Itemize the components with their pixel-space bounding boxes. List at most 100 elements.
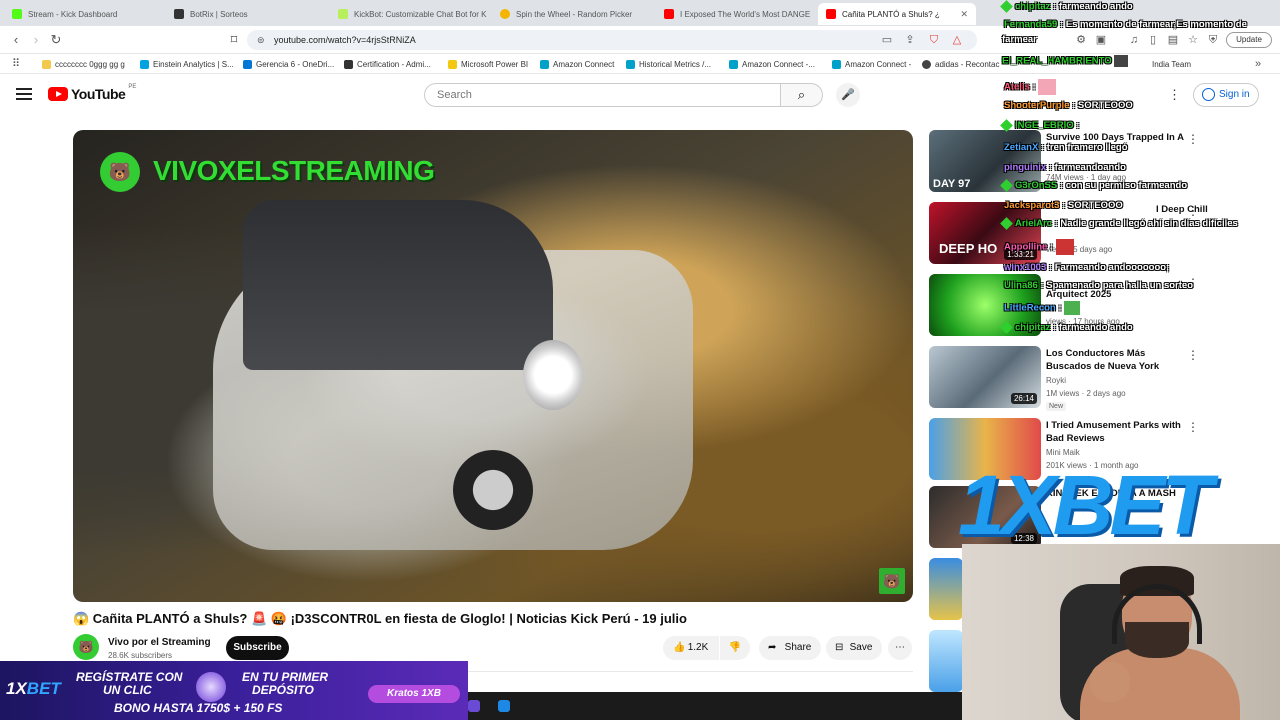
tab-botrix[interactable]: BotRix | Sorteos: [166, 3, 328, 25]
recommendation-item[interactable]: 26:14 Los Conductores Más Buscados de Nu…: [929, 346, 1259, 411]
video-player[interactable]: [73, 130, 913, 602]
bookmark-item[interactable]: adidas - Recontac: [922, 57, 999, 71]
recommendation-channel[interactable]: Royki: [1046, 376, 1066, 385]
back-icon[interactable]: ‹: [8, 32, 24, 48]
streamer-webcam: [962, 544, 1280, 720]
save-playlist-icon: ⊟: [835, 642, 844, 653]
app-icon[interactable]: [468, 700, 480, 712]
recommendation-title[interactable]: Los Conductores Más Buscados de Nueva Yo…: [1046, 347, 1186, 373]
sidebar-icon[interactable]: ▯: [1146, 33, 1160, 47]
tab-title: I Exposed The World's Most DANGE: [680, 9, 811, 19]
emote-icon: [1055, 239, 1074, 255]
kickbot-icon: [338, 9, 348, 19]
amazon-connect-icon: [729, 59, 738, 69]
url-text: youtube.com/watch?v=4rjsStRNiZA: [274, 35, 416, 45]
video-thumbnail[interactable]: 26:14: [929, 346, 1041, 408]
update-button[interactable]: Update: [1226, 32, 1272, 48]
share-button[interactable]: ➦ Share: [759, 636, 821, 660]
bookmark-item[interactable]: Amazon Connect -: [832, 57, 911, 71]
bookmark-item[interactable]: Amazon Connect: [540, 57, 614, 71]
more-options-icon[interactable]: ⋮: [1187, 204, 1199, 218]
subscribe-button[interactable]: Subscribe: [226, 636, 289, 660]
tab-kickbot[interactable]: KickBot: Customizable Chat Bot for K: [330, 3, 490, 25]
channel-avatar[interactable]: 🐻: [73, 634, 99, 660]
adidas-icon: [922, 59, 931, 69]
cast-icon[interactable]: ▭: [880, 33, 894, 47]
video-thumbnail[interactable]: [929, 558, 963, 620]
bookmark-item[interactable]: Historical Metrics /...: [626, 57, 711, 71]
music-icon[interactable]: ♫: [1127, 33, 1141, 47]
bookmark-item[interactable]: Einstein Analytics | S...: [140, 57, 234, 71]
tab-title: Spin the Wheel - Random Picker: [516, 9, 633, 19]
bookmark-item[interactable]: cccccccc 0ggg gg g: [42, 57, 125, 71]
url-bar[interactable]: ⊜ youtube.com/watch?v=4rjsStRNiZA: [247, 30, 977, 50]
site-info-icon[interactable]: ⊜: [257, 30, 265, 50]
settings-kebab-icon[interactable]: ⋮: [1168, 87, 1181, 103]
share-icon[interactable]: ⇪: [903, 33, 917, 47]
apps-icon[interactable]: ⠿: [8, 56, 24, 72]
chat-message: pinguinix : farmeandoando: [1004, 162, 1126, 173]
bookmark-item[interactable]: Certification - Admi...: [344, 57, 431, 71]
kick-icon: [12, 9, 22, 19]
bookmark-item[interactable]: Gerencia 6 - OneDri...: [243, 57, 334, 71]
tab-youtube-active[interactable]: Cañita PLANTÓ a Shuls? ¿ ✕: [818, 3, 976, 25]
more-bookmarks-icon[interactable]: »: [1250, 56, 1266, 72]
tab-spin-wheel[interactable]: Spin the Wheel - Random Picker: [492, 3, 654, 25]
tab-youtube-exposed[interactable]: I Exposed The World's Most DANGE: [656, 3, 816, 25]
recommendation-item[interactable]: DEEP HO 1:33:21 I Deep Chill views · 5 d…: [929, 202, 1259, 266]
dislike-button[interactable]: 👎: [720, 636, 750, 660]
chat-message: farmear: [1002, 34, 1037, 45]
microphone-icon[interactable]: 🎤: [836, 83, 860, 107]
tab-title: KickBot: Customizable Chat Bot for K: [354, 9, 487, 19]
folder-icon: [42, 59, 51, 69]
vpn-icon[interactable]: ⛨: [1206, 33, 1220, 47]
wallet-icon[interactable]: ▣: [1094, 33, 1108, 47]
onedrive-icon: [243, 59, 252, 69]
sign-in-button[interactable]: Sign in: [1193, 83, 1259, 107]
tab-kick-dashboard[interactable]: Stream - Kick Dashboard: [4, 3, 164, 25]
favorites-icon[interactable]: ☆: [1186, 33, 1200, 47]
video-thumbnail[interactable]: [929, 630, 963, 692]
save-button[interactable]: ⊟ Save: [826, 636, 882, 660]
more-options-icon[interactable]: ⋮: [1187, 348, 1199, 362]
more-actions-icon[interactable]: ⋯: [888, 636, 912, 660]
more-options-icon[interactable]: ⋮: [1187, 420, 1199, 434]
search-input[interactable]: Search: [424, 83, 781, 107]
rewards-icon[interactable]: △: [950, 33, 964, 47]
bookmark-item[interactable]: Microsoft Power BI: [448, 57, 528, 71]
channel-name[interactable]: Vivo por el Streaming: [108, 637, 211, 648]
wheel-icon: [500, 9, 510, 19]
ad-brand-logo: 1XBET: [6, 679, 61, 698]
channel-branding-icon[interactable]: 🐻: [879, 568, 905, 594]
recommendation-title[interactable]: I Deep Chill: [1156, 203, 1216, 216]
amazon-connect-icon: [626, 59, 635, 69]
recommendation-title[interactable]: I Tried Amusement Parks with Bad Reviews: [1046, 419, 1186, 445]
bookmark-item[interactable]: Amazon Connect -...: [729, 57, 815, 71]
hamburger-menu-icon[interactable]: [16, 88, 32, 102]
like-button[interactable]: 👍 1.2K: [663, 636, 719, 660]
browser-toolbar: ‹ › ↻ ⌑ ⊜ youtube.com/watch?v=4rjsStRNiZ…: [0, 26, 1280, 54]
taskbar: [468, 692, 962, 720]
tabs-icon[interactable]: ▤: [1166, 33, 1180, 47]
more-options-icon[interactable]: ⋮: [1187, 132, 1199, 146]
steam-icon[interactable]: [498, 700, 510, 712]
tab-title: BotRix | Sorteos: [190, 9, 248, 19]
recommendation-channel[interactable]: Mini Maik: [1046, 448, 1080, 457]
amazon-connect-icon: [832, 59, 841, 69]
close-tab-icon[interactable]: ✕: [960, 9, 968, 20]
ad-text: BONO HASTA 1750$ + 150 FS: [114, 701, 283, 715]
chat-message: Appolline :: [1004, 239, 1074, 255]
chat-badge-icon: [1000, 119, 1013, 132]
bookmark-item[interactable]: India Team: [1152, 57, 1191, 71]
extension-icon[interactable]: ⚙: [1074, 33, 1088, 47]
brave-shield-icon[interactable]: ⛉: [927, 33, 941, 47]
search-icon[interactable]: ⌕: [781, 83, 823, 107]
bookmark-icon[interactable]: ⌑: [226, 32, 242, 48]
video-frame: [453, 450, 533, 530]
youtube-logo[interactable]: YouTube PE: [48, 84, 136, 102]
forward-icon[interactable]: ›: [28, 32, 44, 48]
video-frame: [243, 200, 553, 370]
sponsor-ad-banner: 1XBET REGÍSTRATE CON UN CLIC EN TU PRIME…: [0, 661, 468, 720]
chat-message: INGE_EBRIO :: [1000, 119, 1079, 132]
reload-icon[interactable]: ↻: [48, 32, 64, 48]
